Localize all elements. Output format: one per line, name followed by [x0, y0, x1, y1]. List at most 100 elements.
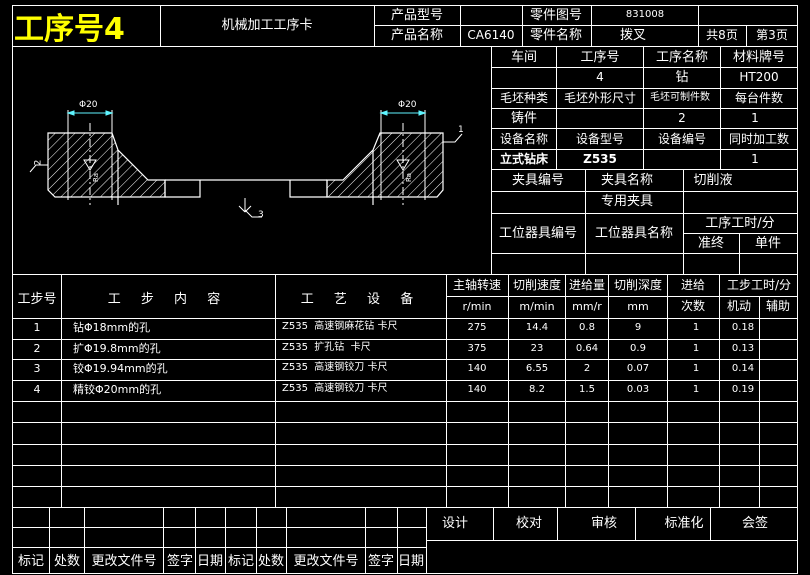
revision-doc-no-label: 更改文件号 — [91, 554, 157, 569]
parts-per-blank-label: 毛坯可制件数 — [650, 92, 710, 103]
process-number-title: 工序号4 — [14, 12, 125, 47]
step-equip: Z535 扩孔钻 卡尺 — [282, 342, 371, 353]
equip-no-label: 设备编号 — [657, 132, 707, 146]
fixture-name-label: 夹具名称 — [600, 173, 654, 188]
unit-feed: mm/r — [572, 300, 602, 313]
revision-date-label-2: 日期 — [397, 554, 425, 569]
product-name-label: 产品名称 — [390, 28, 444, 43]
unit-speed: r/min — [462, 300, 492, 313]
equip-model-value: Z535 — [583, 152, 617, 166]
step-time-header: 工步工时/分 — [726, 278, 792, 292]
equip-name-value: 立式钻床 — [499, 152, 549, 166]
step-passes: 1 — [692, 363, 700, 374]
unit-depth: mm — [627, 300, 649, 313]
step-speed: 375 — [467, 343, 487, 354]
callout-3: 3 — [258, 210, 264, 220]
material-value: HT200 — [739, 70, 779, 84]
step-speed: 140 — [467, 363, 487, 374]
passes-header-2: 次数 — [680, 299, 706, 313]
step-passes: 1 — [692, 322, 700, 333]
step-time: 0.19 — [731, 384, 755, 395]
revision-sign-label-2: 签字 — [367, 554, 395, 569]
station-tool-name-label: 工位器具名称 — [594, 226, 674, 241]
depth-header: 切削深度 — [613, 278, 663, 292]
unit-cut: m/min — [519, 300, 555, 313]
workshop-label: 车间 — [510, 50, 538, 65]
step-feed: 0.8 — [579, 322, 595, 333]
step-content: 精铰Φ20mm的孔 — [73, 383, 162, 396]
parts-per-blank-value: 2 — [678, 111, 686, 125]
step-depth: 0.9 — [630, 343, 646, 354]
content-header: 工 步 内 容 — [107, 292, 229, 307]
check-label: 校对 — [515, 516, 543, 531]
passes-header: 进给 — [680, 278, 706, 292]
part-name-label: 零件名称 — [529, 28, 583, 43]
step-content: 扩Φ19.8mm的孔 — [73, 342, 161, 355]
review-label: 审核 — [590, 516, 618, 531]
fixture-name-value: 专用夹具 — [600, 194, 654, 209]
callout-1: 1 — [458, 125, 464, 135]
process-name-value: 钻 — [675, 70, 689, 85]
blank-type-label: 毛坯种类 — [499, 91, 549, 105]
part-drawing-no: 831008 — [625, 9, 665, 20]
coolant-label: 切削液 — [693, 173, 733, 188]
product-name: CA6140 — [467, 28, 515, 42]
revision-mark-label: 标记 — [17, 554, 45, 569]
step-passes: 1 — [692, 343, 700, 354]
station-tool-no-label: 工位器具编号 — [498, 226, 578, 241]
total-pages: 共8页 — [706, 28, 738, 42]
step-cut: 6.55 — [525, 363, 549, 374]
process-no-label: 工序号 — [580, 50, 620, 65]
step-no: 1 — [33, 321, 41, 334]
step-cut: 23 — [530, 343, 544, 354]
step-feed: 2 — [583, 363, 591, 374]
step-no: 3 — [33, 362, 41, 375]
page-number: 第3页 — [756, 28, 788, 42]
step-depth: 9 — [634, 322, 642, 333]
process-name-label: 工序名称 — [655, 50, 709, 65]
step-no-header: 工步号 — [17, 292, 57, 307]
step-equip: Z535 高速钢铰刀 卡尺 — [282, 362, 388, 373]
part-section — [47, 132, 444, 198]
step-passes: 1 — [692, 384, 700, 395]
parts-per-unit-label: 每台件数 — [734, 91, 784, 105]
cutting-speed-header: 切削速度 — [512, 278, 562, 292]
revision-mark-label-2: 标记 — [227, 554, 255, 569]
fixture-no-label: 夹具编号 — [511, 173, 565, 188]
step-time: 0.13 — [731, 343, 755, 354]
product-model-label: 产品型号 — [390, 8, 444, 23]
simul-parts-label: 同时加工数 — [728, 132, 790, 146]
dim-right-label: Φ20 — [398, 100, 417, 110]
step-cut: 14.4 — [525, 322, 549, 333]
step-speed: 140 — [467, 384, 487, 395]
process-time-label: 工序工时/分 — [705, 216, 775, 231]
revision-date-label: 日期 — [196, 554, 224, 569]
simul-parts-value: 1 — [751, 152, 759, 166]
prep-end-label: 准终 — [697, 236, 725, 251]
step-depth: 0.07 — [626, 363, 650, 374]
step-no: 2 — [33, 342, 41, 355]
step-feed: 0.64 — [575, 343, 599, 354]
blank-size-label: 毛坯外形尺寸 — [563, 91, 637, 105]
step-feed: 1.5 — [579, 384, 595, 395]
revision-sign-label: 签字 — [166, 554, 194, 569]
revision-count-label: 处数 — [53, 554, 81, 569]
step-time: 0.18 — [731, 322, 755, 333]
equip-model-label: 设备型号 — [575, 132, 625, 146]
blank-type-value: 铸件 — [510, 111, 538, 126]
step-depth: 0.03 — [626, 384, 650, 395]
revision-count-label-2: 处数 — [257, 554, 285, 569]
spindle-speed-header: 主轴转速 — [452, 278, 502, 292]
standard-label: 标准化 — [664, 516, 704, 531]
step-content: 铰Φ19.94mm的孔 — [73, 362, 168, 375]
parts-per-unit-value: 1 — [751, 111, 759, 125]
aux-header: 辅助 — [765, 299, 791, 313]
machine-header: 机动 — [726, 299, 752, 313]
equip-name-label: 设备名称 — [499, 132, 549, 146]
feed-header: 进给量 — [568, 278, 606, 292]
revision-doc-no-label-2: 更改文件号 — [293, 554, 359, 569]
card-title: 机械加工工序卡 — [221, 18, 313, 33]
callout-2: 2 — [33, 159, 44, 166]
countersign-label: 会签 — [741, 516, 769, 531]
equipment-header: 工 艺 设 备 — [300, 292, 422, 307]
